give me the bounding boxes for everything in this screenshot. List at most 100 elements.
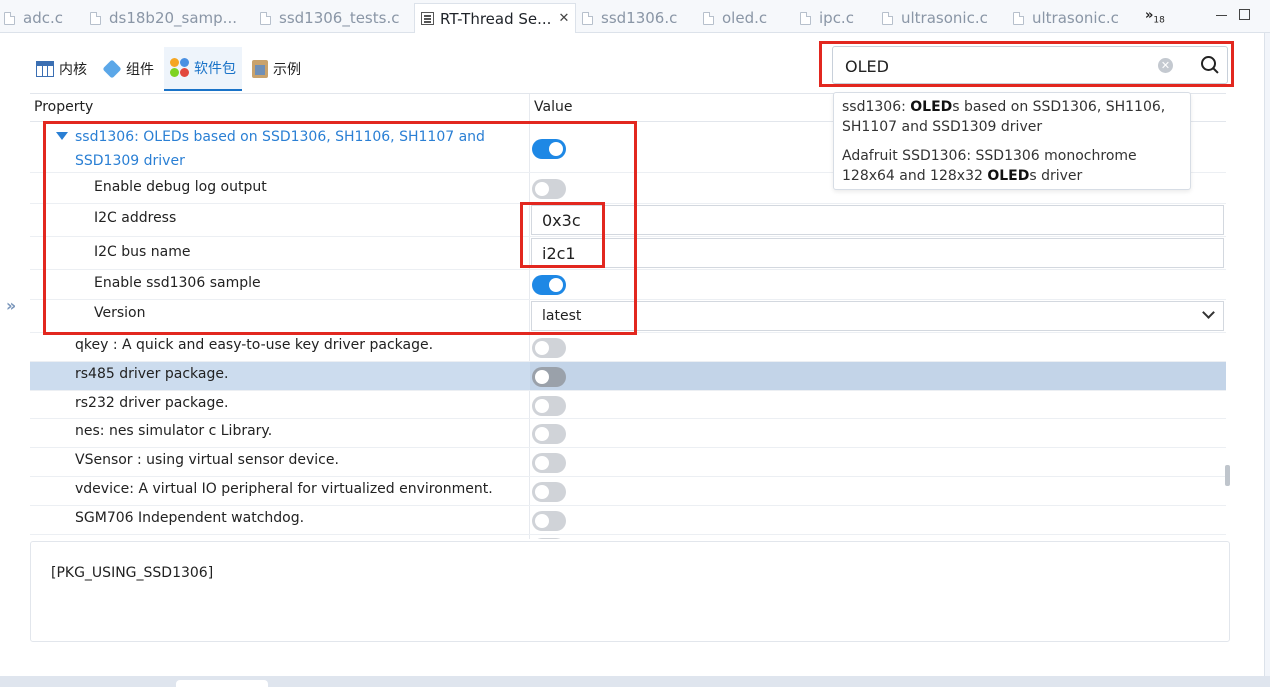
tab-label: ds18b20_samp... [109, 9, 237, 27]
tab-samples-label: 示例 [273, 62, 301, 78]
tab-samples[interactable]: 示例 [246, 47, 307, 91]
package-label: VSensor : using virtual sensor device. [75, 452, 339, 468]
package-row-partial[interactable] [30, 535, 1226, 539]
option-label: Enable ssd1306 sample [94, 275, 261, 291]
file-icon [4, 11, 15, 25]
i2c-address-input[interactable] [531, 205, 1224, 235]
package-toggle[interactable] [532, 511, 566, 531]
editor-tab-adc[interactable]: adc.c [4, 3, 74, 33]
package-toggle[interactable] [532, 338, 566, 358]
option-row-version[interactable]: Version latest [30, 300, 1226, 333]
editor-tab-oled[interactable]: oled.c [703, 3, 793, 33]
header-value: Value [534, 99, 573, 115]
package-row[interactable]: vdevice: A virtual IO peripheral for vir… [30, 477, 1226, 506]
close-icon[interactable]: ✕ [558, 11, 569, 26]
search-suggestions: ssd1306: OLEDs based on SSD1306, SH1106,… [833, 92, 1191, 190]
search-box: ✕ [832, 46, 1228, 84]
package-toggle[interactable] [532, 367, 566, 387]
package-label: nes: nes simulator c Library. [75, 423, 273, 439]
option-label: Version [94, 305, 146, 321]
tab-label: ssd1306.c [601, 9, 678, 27]
file-icon [582, 11, 593, 25]
package-label: ssd1306: OLEDs based on SSD1306, SH1106,… [75, 129, 485, 169]
option-row-i2c-bus[interactable]: I2C bus name [30, 237, 1226, 270]
vertical-scrollbar-thumb[interactable] [1225, 465, 1230, 486]
package-toggle[interactable] [532, 139, 566, 159]
settings-file-icon [421, 12, 434, 25]
tab-label: RT-Thread Se... [440, 9, 552, 28]
component-icon [102, 59, 122, 79]
minimize-button[interactable] [1216, 9, 1227, 16]
editor-tab-ds18b20[interactable]: ds18b20_samp... [90, 3, 250, 33]
package-row[interactable]: qkey : A quick and easy-to-use key drive… [30, 333, 1226, 362]
editor-tab-ssd1306-tests[interactable]: ssd1306_tests.c [260, 3, 410, 33]
tab-overflow-button[interactable]: »18 [1145, 8, 1165, 26]
tab-label: adc.c [23, 9, 63, 27]
package-row[interactable]: rs485 driver package. [30, 362, 1226, 391]
tab-kernel-label: 内核 [59, 62, 87, 78]
package-toggle[interactable] [532, 538, 566, 539]
package-label: vdevice: A virtual IO peripheral for vir… [75, 481, 493, 497]
tab-components[interactable]: 组件 [97, 47, 160, 91]
package-toggle[interactable] [532, 453, 566, 473]
package-label: rs232 driver package. [75, 395, 229, 411]
tab-packages[interactable]: 软件包 [164, 47, 242, 91]
bottom-tab[interactable] [176, 680, 268, 687]
option-row-i2c-address[interactable]: I2C address [30, 204, 1226, 237]
overflow-count: 18 [1153, 15, 1165, 26]
tab-label: ipc.c [819, 9, 854, 27]
file-icon [703, 11, 714, 25]
file-icon [260, 11, 271, 25]
package-row[interactable]: SGM706 Independent watchdog. [30, 506, 1226, 535]
version-select[interactable]: latest [531, 301, 1224, 331]
editor-tab-ultrasonic-2[interactable]: ultrasonic.c [1013, 3, 1141, 33]
expand-panel-icon[interactable]: ›› [6, 296, 16, 315]
editor-tab-bar: adc.c ds18b20_samp... ssd1306_tests.c RT… [0, 0, 1270, 33]
clear-icon[interactable]: ✕ [1158, 58, 1173, 73]
search-icon[interactable] [1201, 56, 1221, 76]
tab-label: oled.c [722, 9, 768, 27]
file-icon [90, 11, 101, 25]
package-row[interactable]: VSensor : using virtual sensor device. [30, 448, 1226, 477]
file-icon [800, 11, 811, 25]
option-toggle[interactable] [532, 179, 566, 199]
option-label: I2C address [94, 210, 177, 226]
tab-kernel[interactable]: 内核 [30, 47, 93, 91]
package-icon [170, 58, 190, 78]
tab-label: ssd1306_tests.c [279, 9, 400, 27]
maximize-button[interactable] [1239, 9, 1250, 20]
expand-triangle-icon[interactable] [56, 132, 68, 140]
description-panel: [PKG_USING_SSD1306] [30, 541, 1230, 642]
config-tabs: 内核 组件 软件包 示例 [30, 47, 311, 91]
chevron-down-icon [1202, 306, 1215, 319]
tab-packages-label: 软件包 [194, 61, 236, 77]
file-icon [882, 11, 893, 25]
option-row-sample[interactable]: Enable ssd1306 sample [30, 270, 1226, 300]
package-toggle[interactable] [532, 396, 566, 416]
editor-tab-ssd1306[interactable]: ssd1306.c [582, 3, 700, 33]
package-toggle[interactable] [532, 482, 566, 502]
editor-tab-ipc[interactable]: ipc.c [800, 3, 878, 33]
suggestion-item[interactable]: Adafruit SSD1306: SSD1306 monochrome 128… [842, 146, 1182, 186]
tab-label: ultrasonic.c [1032, 9, 1119, 27]
file-icon [1013, 11, 1024, 25]
search-input[interactable] [845, 54, 1145, 78]
kernel-icon [36, 61, 54, 77]
description-text: [PKG_USING_SSD1306] [51, 565, 214, 581]
package-label: qkey : A quick and easy-to-use key drive… [75, 337, 434, 353]
version-value: latest [542, 308, 582, 324]
option-toggle[interactable] [532, 275, 566, 295]
suggestion-item[interactable]: ssd1306: OLEDs based on SSD1306, SH1106,… [842, 97, 1182, 137]
editor-tab-rt-thread-settings[interactable]: RT-Thread Se... ✕ [414, 3, 576, 33]
package-toggle[interactable] [532, 424, 566, 444]
package-row[interactable]: rs232 driver package. [30, 391, 1226, 419]
i2c-bus-input[interactable] [531, 238, 1224, 268]
editor-tab-ultrasonic[interactable]: ultrasonic.c [882, 3, 1008, 33]
tab-components-label: 组件 [126, 62, 154, 78]
package-row[interactable]: nes: nes simulator c Library. [30, 419, 1226, 448]
package-label: SGM706 Independent watchdog. [75, 510, 305, 526]
option-label: I2C bus name [94, 244, 191, 260]
option-label: Enable debug log output [94, 179, 267, 195]
package-label: rs485 driver package. [75, 366, 229, 382]
selected-value-cell [530, 362, 1226, 390]
